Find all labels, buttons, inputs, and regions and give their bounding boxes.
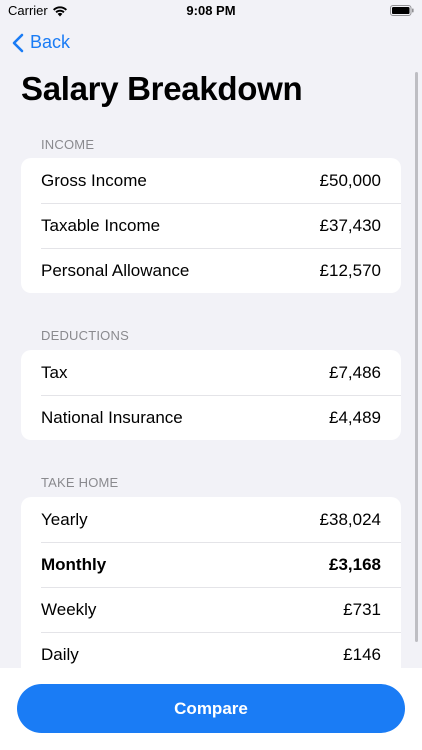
row-value: £50,000 xyxy=(319,170,381,190)
row-taxable-income: Taxable Income £37,430 xyxy=(21,203,401,248)
row-tax: Tax £7,486 xyxy=(21,350,401,395)
chevron-left-icon xyxy=(12,33,24,52)
row-value: £12,570 xyxy=(319,260,381,280)
row-national-insurance: National Insurance £4,489 xyxy=(21,395,401,440)
row-value: £37,430 xyxy=(319,215,381,235)
row-value: £38,024 xyxy=(319,509,381,529)
section-header-income: INCOME xyxy=(41,137,95,152)
row-monthly: Monthly £3,168 xyxy=(21,542,401,587)
row-label: Monthly xyxy=(41,554,107,574)
back-button[interactable]: Back xyxy=(12,32,70,53)
battery-icon xyxy=(390,5,414,16)
row-label: Weekly xyxy=(41,599,97,619)
compare-button[interactable]: Compare xyxy=(17,684,405,733)
row-label: Tax xyxy=(41,362,68,382)
row-label: National Insurance xyxy=(41,407,183,427)
bottom-toolbar: Compare xyxy=(0,668,422,750)
row-label: Taxable Income xyxy=(41,215,161,235)
row-yearly: Yearly £38,024 xyxy=(21,497,401,542)
row-value: £146 xyxy=(343,644,381,664)
row-value: £4,489 xyxy=(329,407,381,427)
section-header-take-home: TAKE HOME xyxy=(41,475,119,490)
row-label: Gross Income xyxy=(41,170,147,190)
scroll-indicator[interactable] xyxy=(415,72,418,642)
status-time: 9:08 PM xyxy=(186,3,236,18)
page-title: Salary Breakdown xyxy=(21,70,303,107)
section-header-deductions: DEDUCTIONS xyxy=(41,328,129,343)
take-home-card: Yearly £38,024 Monthly £3,168 Weekly £73… xyxy=(21,497,401,668)
back-label: Back xyxy=(30,32,71,52)
row-label: Yearly xyxy=(41,509,88,529)
row-label: Daily xyxy=(41,644,79,664)
row-value: £7,486 xyxy=(329,362,381,382)
row-personal-allowance: Personal Allowance £12,570 xyxy=(21,248,401,293)
row-value: £731 xyxy=(343,599,381,619)
row-gross-income: Gross Income £50,000 xyxy=(21,158,401,203)
row-label: Personal Allowance xyxy=(41,260,190,280)
income-card: Gross Income £50,000 Taxable Income £37,… xyxy=(21,158,401,293)
row-weekly: Weekly £731 xyxy=(21,587,401,632)
row-daily: Daily £146 xyxy=(21,632,401,668)
status-bar: Carrier 9:08 PM xyxy=(0,0,422,24)
row-value: £3,168 xyxy=(329,554,381,574)
navigation-bar: Back xyxy=(0,28,422,60)
deductions-card: Tax £7,486 National Insurance £4,489 xyxy=(21,350,401,440)
